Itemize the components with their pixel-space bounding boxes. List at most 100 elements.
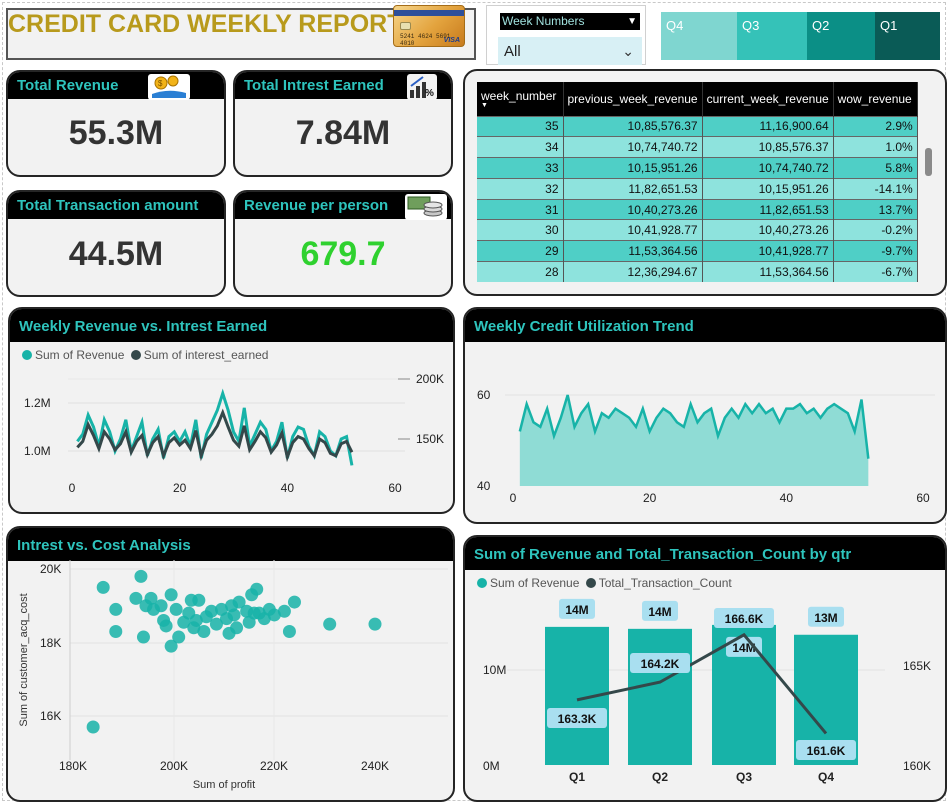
table-cell: 10,41,928.77 (563, 219, 703, 241)
line-label: 166.6K (725, 612, 764, 626)
y-tick-label: 165K (903, 659, 931, 673)
legend-label: Total_Transaction_Count (598, 576, 732, 590)
column-header-wow-revenue[interactable]: wow_revenue (833, 82, 918, 116)
table-cell: 10,40,273.26 (702, 219, 834, 241)
x-tick-label: Q2 (652, 770, 668, 784)
y-tick-label: 20K (40, 562, 61, 576)
bar-label: 14M (565, 603, 588, 617)
week-slicer-dropdown[interactable]: All ⌄ (498, 37, 642, 65)
table-row[interactable]: 29 11,53,364.56 10,41,928.77 -9.7% (477, 240, 918, 262)
table-row[interactable]: 35 10,85,576.37 11,16,900.64 2.9% (477, 115, 918, 137)
scatter-point (86, 720, 100, 734)
scatter-point (169, 602, 183, 616)
scatter-point (197, 624, 211, 638)
money-hand-icon: $ (148, 74, 190, 100)
table-cell: 10,85,576.37 (702, 136, 834, 158)
scatter-point (136, 630, 150, 644)
quarter-button-q1[interactable]: Q1 (875, 12, 940, 60)
table-row[interactable]: 32 11,82,651.53 10,15,951.26 -14.1% (477, 177, 918, 200)
x-tick-label: 40 (780, 491, 794, 505)
line-label: 161.6K (807, 744, 846, 758)
x-tick-label: Q1 (569, 770, 585, 784)
credit-card-icon: 5241 4624 5691 4010 VISA (393, 5, 465, 47)
table-cell: 10,41,928.77 (702, 240, 834, 262)
table-cell: 10,15,951.26 (563, 157, 703, 179)
chevron-down-icon: ⌄ (622, 43, 634, 59)
table-cell: 11,82,651.53 (702, 198, 834, 220)
table-row[interactable]: 28 12,36,294.67 11,53,364.56 -6.7% (477, 261, 918, 283)
x-tick-label: 180K (59, 759, 87, 773)
x-tick-label: 20 (643, 491, 657, 505)
quarter-button-q3[interactable]: Q3 (737, 12, 807, 60)
utilization-area (519, 395, 869, 486)
column-header-week-number[interactable]: week_number ▼ (477, 82, 564, 116)
table-cell: -0.2% (833, 219, 918, 241)
caret-down-icon[interactable]: ▼ (627, 13, 637, 30)
transaction-line (576, 632, 828, 735)
x-tick-label: 240K (361, 759, 389, 773)
kpi-total-revenue: Total Revenue $ 55.3M (6, 70, 226, 177)
table-row[interactable]: 34 10,74,740.72 10,85,576.37 1.0% (477, 136, 918, 158)
table-cell: 1.0% (833, 136, 918, 158)
x-tick-label: 0 (510, 491, 517, 505)
chart-title: Weekly Credit Utilization Trend (465, 309, 945, 342)
legend-label: Sum of Revenue (35, 348, 125, 362)
quarter-slicer: Q4 Q3 Q2 Q1 (661, 12, 940, 60)
kpi-total-transaction: Total Transaction amount 44.5M (6, 190, 226, 297)
quarter-chart: 0M10M160K165KQ1 Q2 Q3 Q414M 14M14M13M163.3K1… (483, 598, 931, 784)
kpi-value: 55.3M (68, 114, 164, 152)
quarter-button-q2[interactable]: Q2 (807, 12, 875, 60)
x-tick-label: 0 (69, 481, 76, 495)
kpi-total-interest: Total Intrest Earned % 7.84M (233, 70, 453, 177)
bar-label: 14M (648, 605, 671, 619)
y-tick-label: 1.2M (24, 396, 51, 410)
table-cell: 11,53,364.56 (702, 261, 834, 283)
table-cell: 2.9% (833, 115, 918, 137)
scatter-point (109, 602, 123, 616)
bar-label: 13M (814, 611, 837, 625)
coins-icon (405, 194, 447, 220)
scatter-point (192, 593, 206, 607)
scatter-point (96, 580, 110, 594)
scatter-point (154, 599, 168, 613)
legend-label: Sum of interest_earned (143, 348, 269, 362)
quarter-button-q4[interactable]: Q4 (661, 12, 737, 60)
table-row[interactable]: 31 10,40,273.26 11,82,651.53 13.7% (477, 198, 918, 220)
table-cell: 11,16,900.64 (702, 115, 834, 137)
page-title: CREDIT CARD WEEKLY REPORT (8, 10, 403, 38)
x-axis-label: Sum of profit (193, 779, 255, 791)
weekly-revenue-legend: Sum of Revenue Sum of interest_earned (22, 348, 268, 362)
legend-label: Sum of Revenue (490, 576, 580, 590)
svg-text:%: % (425, 88, 434, 99)
table-row[interactable]: 33 10,15,951.26 10,74,740.72 5.8% (477, 157, 918, 179)
y-tick-label: 200K (416, 372, 444, 386)
x-tick-label: 40 (281, 481, 295, 495)
chart-title: Sum of Revenue and Total_Transaction_Cou… (465, 537, 945, 570)
table-cell: 34 (477, 136, 564, 158)
legend-dot (585, 578, 596, 588)
scatter-point (230, 621, 244, 635)
scatter-point (282, 624, 296, 638)
y-tick-label: 150K (416, 432, 444, 446)
week-slicer-label: Week Numbers ▼ (500, 13, 640, 30)
x-tick-label: 20 (173, 481, 187, 495)
scatter-point (134, 569, 148, 583)
table-cell: 10,85,576.37 (563, 115, 703, 137)
x-tick-label: 60 (916, 491, 930, 505)
scatter-point (172, 630, 186, 644)
scatter-point (323, 617, 337, 631)
table-cell: 10,74,740.72 (702, 157, 834, 179)
column-header-previous-week-revenue[interactable]: previous_week_revenue (563, 82, 703, 116)
table-cell: 11,53,364.56 (563, 240, 703, 262)
table-scrollbar[interactable] (925, 148, 932, 176)
y-tick-label: 60 (477, 388, 491, 402)
kpi-value: 44.5M (68, 235, 164, 273)
line-label: 163.3K (558, 712, 597, 726)
table-row[interactable]: 30 10,41,928.77 10,40,273.26 -0.2% (477, 219, 918, 241)
kpi-revenue-per-person: Revenue per person 679.7 (233, 190, 453, 297)
column-header-current-week-revenue[interactable]: current_week_revenue (702, 82, 834, 116)
table-cell: 11,82,651.53 (563, 177, 703, 200)
chart-title: Weekly Revenue vs. Intrest Earned (10, 309, 453, 342)
card-brand: VISA (443, 37, 460, 44)
table-cell: 32 (477, 177, 564, 200)
